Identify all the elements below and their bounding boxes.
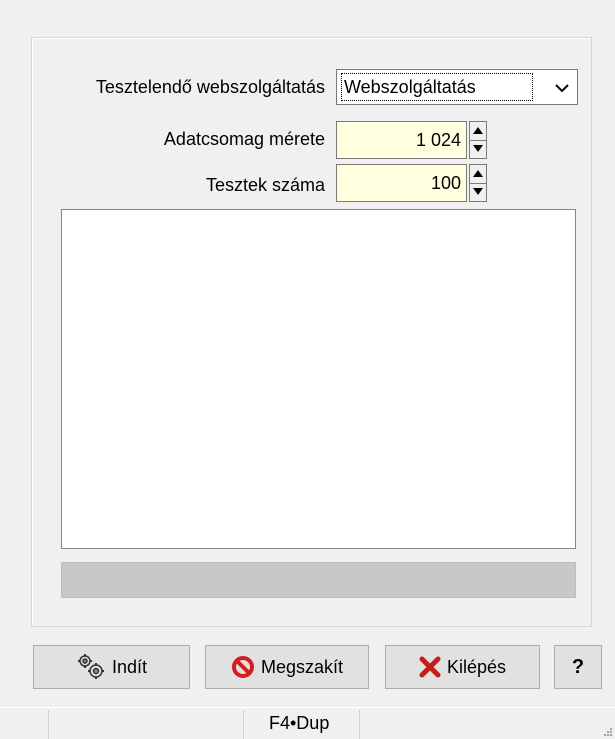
packet-size-spin-down[interactable] (470, 140, 486, 158)
test-count-label: Tesztek száma (205, 175, 325, 195)
gears-icon (76, 653, 106, 681)
packet-size-spinner[interactable] (469, 121, 487, 159)
status-pane-text: F4•Dup (269, 713, 330, 733)
exit-button-label: Kilépés (446, 656, 507, 677)
abort-button-label: Megszakít (260, 656, 344, 677)
service-label: Tesztelendő webszolgáltatás (95, 77, 325, 97)
result-log-textarea[interactable] (61, 209, 576, 549)
packet-size-spin-up[interactable] (470, 122, 486, 141)
exit-button[interactable]: Kilépés (385, 645, 540, 689)
packet-size-input[interactable]: 1 024 (336, 121, 467, 159)
start-button-label: Indít (111, 656, 148, 677)
red-x-icon (419, 656, 441, 678)
triangle-down-icon (473, 188, 483, 195)
triangle-down-icon (473, 145, 483, 152)
status-pane-1 (48, 710, 244, 739)
abort-button[interactable]: Megszakít (205, 645, 369, 689)
test-count-spinner[interactable] (469, 164, 487, 202)
status-bar: F4•Dup (0, 707, 615, 739)
help-button-label: ? (571, 655, 585, 678)
test-count-spin-up[interactable] (470, 165, 486, 184)
test-progress-bar (61, 562, 576, 598)
service-combobox-value: Webszolgáltatás (341, 73, 533, 101)
prohibited-icon (231, 655, 255, 679)
service-combobox[interactable]: Webszolgáltatás (336, 69, 578, 105)
triangle-up-icon (473, 127, 483, 134)
test-count-spin-down[interactable] (470, 183, 486, 201)
help-button[interactable]: ? (554, 645, 602, 689)
test-count-input[interactable]: 100 (336, 164, 467, 202)
resize-grip-icon[interactable] (601, 725, 613, 737)
start-button[interactable]: Indít (33, 645, 190, 689)
packet-size-label: Adatcsomag mérete (163, 129, 325, 149)
triangle-up-icon (473, 170, 483, 177)
chevron-down-icon[interactable] (551, 78, 573, 98)
test-dialog-window: Tesztelendő webszolgáltatás Webszolgálta… (0, 0, 615, 739)
